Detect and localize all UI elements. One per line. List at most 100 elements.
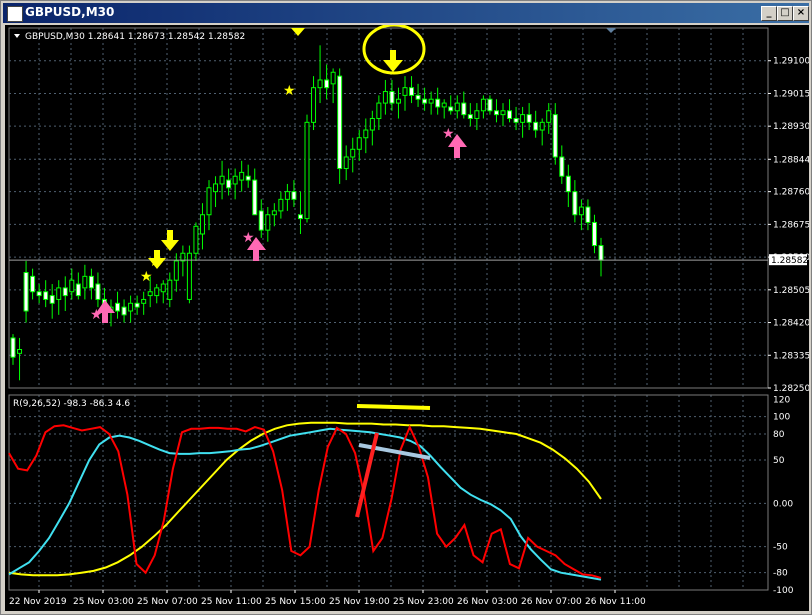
candle-body: [311, 87, 317, 123]
candle-body: [291, 191, 297, 200]
star-icon: ★: [283, 83, 296, 99]
star-icon: ★: [140, 269, 153, 285]
candle-body: [454, 102, 460, 112]
candle-body: [160, 283, 166, 293]
candle-body: [304, 121, 310, 220]
candle-body: [369, 117, 375, 131]
candle-body: [43, 291, 49, 300]
candle-body: [356, 137, 362, 150]
candle-body: [219, 175, 225, 185]
candle-body: [115, 302, 121, 312]
candles: [10, 45, 604, 381]
close-button[interactable]: ×: [793, 6, 809, 21]
candle-body: [337, 75, 343, 170]
indicator-axis-label: 100: [773, 413, 790, 423]
chart-window: GBPUSD,M30 _ □ × GBPUSD,M30 1.28641 1.28…: [0, 0, 812, 615]
current-price-label: 1.28582: [771, 256, 808, 266]
candle-body: [82, 275, 88, 289]
candle-body: [572, 191, 578, 216]
candle-body: [441, 102, 447, 108]
indicator-axis-label: -100: [773, 586, 794, 596]
indicator-axis-label: 0.00: [773, 499, 793, 509]
candle-body: [245, 175, 251, 181]
candle-body: [167, 279, 173, 300]
minimize-button[interactable]: _: [761, 6, 777, 21]
candle-body: [232, 175, 238, 185]
candle-body: [278, 198, 284, 212]
price-axis-label: 1.28675: [773, 220, 809, 230]
candle-body: [271, 210, 277, 216]
time-axis-label: 25 Nov 11:00: [201, 597, 262, 607]
candle-body: [389, 91, 395, 104]
candle-body: [578, 206, 584, 216]
candle-body: [480, 98, 486, 112]
chart-svg[interactable]: GBPUSD,M30 1.28641 1.28673 1.28542 1.285…: [5, 23, 810, 611]
title-bar[interactable]: GBPUSD,M30 _ □ ×: [3, 3, 809, 23]
time-axis: 22 Nov 2019 25 Nov 03:00 25 Nov 07:00 25 No…: [9, 590, 646, 607]
candle-body: [49, 295, 55, 304]
indicator-axis: 120 100 80 50 0.00 -50 -80 -100: [773, 395, 794, 596]
candle-body: [350, 148, 356, 158]
indicator-axis-label: 80: [773, 430, 785, 440]
candle-body: [62, 287, 68, 297]
candle-body: [382, 91, 388, 104]
candle-body: [409, 87, 415, 96]
candle-body: [88, 275, 94, 289]
indicator-label: R(9,26,52) -98.3 -86.3 4.6: [13, 399, 130, 409]
candle-body: [559, 156, 565, 177]
candle-body: [363, 129, 369, 139]
price-axis-label: 1.28844: [773, 155, 809, 165]
candle-body: [598, 245, 604, 261]
time-axis-label: 22 Nov 2019: [9, 597, 67, 607]
candle-body: [128, 302, 134, 312]
candle-body: [199, 214, 205, 235]
star-icon: ★: [442, 126, 455, 142]
price-axis-label: 1.28930: [773, 122, 809, 132]
candle-body: [493, 110, 499, 116]
price-axis-label: 1.28420: [773, 319, 809, 329]
arrow-down-icon: [291, 28, 305, 36]
dropdown-triangle-icon[interactable]: [14, 34, 20, 38]
candle-body: [154, 287, 160, 297]
price-axis-label: 1.28505: [773, 286, 809, 296]
candle-body: [239, 171, 245, 181]
candle-body: [297, 214, 303, 220]
price-axis-label: 1.28250: [773, 384, 809, 394]
cyan-indicator-line: [8, 427, 602, 581]
candle-body: [474, 110, 480, 119]
candle-body: [56, 287, 62, 300]
candle-body: [265, 214, 271, 231]
time-axis-label: 25 Nov 23:00: [393, 597, 454, 607]
candle-body: [206, 187, 212, 216]
candle-body: [520, 114, 526, 123]
candle-body: [422, 98, 428, 104]
arrow-down-icon: [161, 230, 179, 251]
annotation-yellow-stroke: [356, 404, 431, 410]
candle-body: [95, 283, 101, 300]
candle-body: [147, 291, 153, 297]
price-axis-label: 1.28760: [773, 188, 809, 198]
candle-body: [134, 302, 140, 308]
candle-body: [546, 110, 552, 123]
candle-body: [415, 94, 421, 100]
time-axis-label: 26 Nov 03:00: [457, 597, 518, 607]
candle-body: [487, 98, 493, 112]
candle-body: [258, 210, 264, 231]
candle-body: [552, 114, 558, 158]
candle-body: [500, 110, 506, 116]
maximize-button[interactable]: □: [777, 6, 793, 21]
candle-body: [324, 79, 330, 89]
candle-body: [330, 71, 336, 85]
candle-body: [75, 283, 81, 297]
chart-area[interactable]: GBPUSD,M30 1.28641 1.28673 1.28542 1.285…: [5, 23, 810, 611]
arrow-down-icon: [383, 50, 403, 72]
time-axis-label: 26 Nov 07:00: [521, 597, 582, 607]
indicator-axis-label: 120: [773, 395, 790, 405]
time-axis-label: 25 Nov 07:00: [137, 597, 198, 607]
candle-body: [585, 206, 591, 223]
candle-body: [448, 106, 454, 112]
candle-body: [435, 98, 441, 108]
indicator-axis-label: -50: [773, 543, 788, 553]
candle-body: [30, 275, 36, 293]
star-icon: ★: [149, 254, 162, 270]
